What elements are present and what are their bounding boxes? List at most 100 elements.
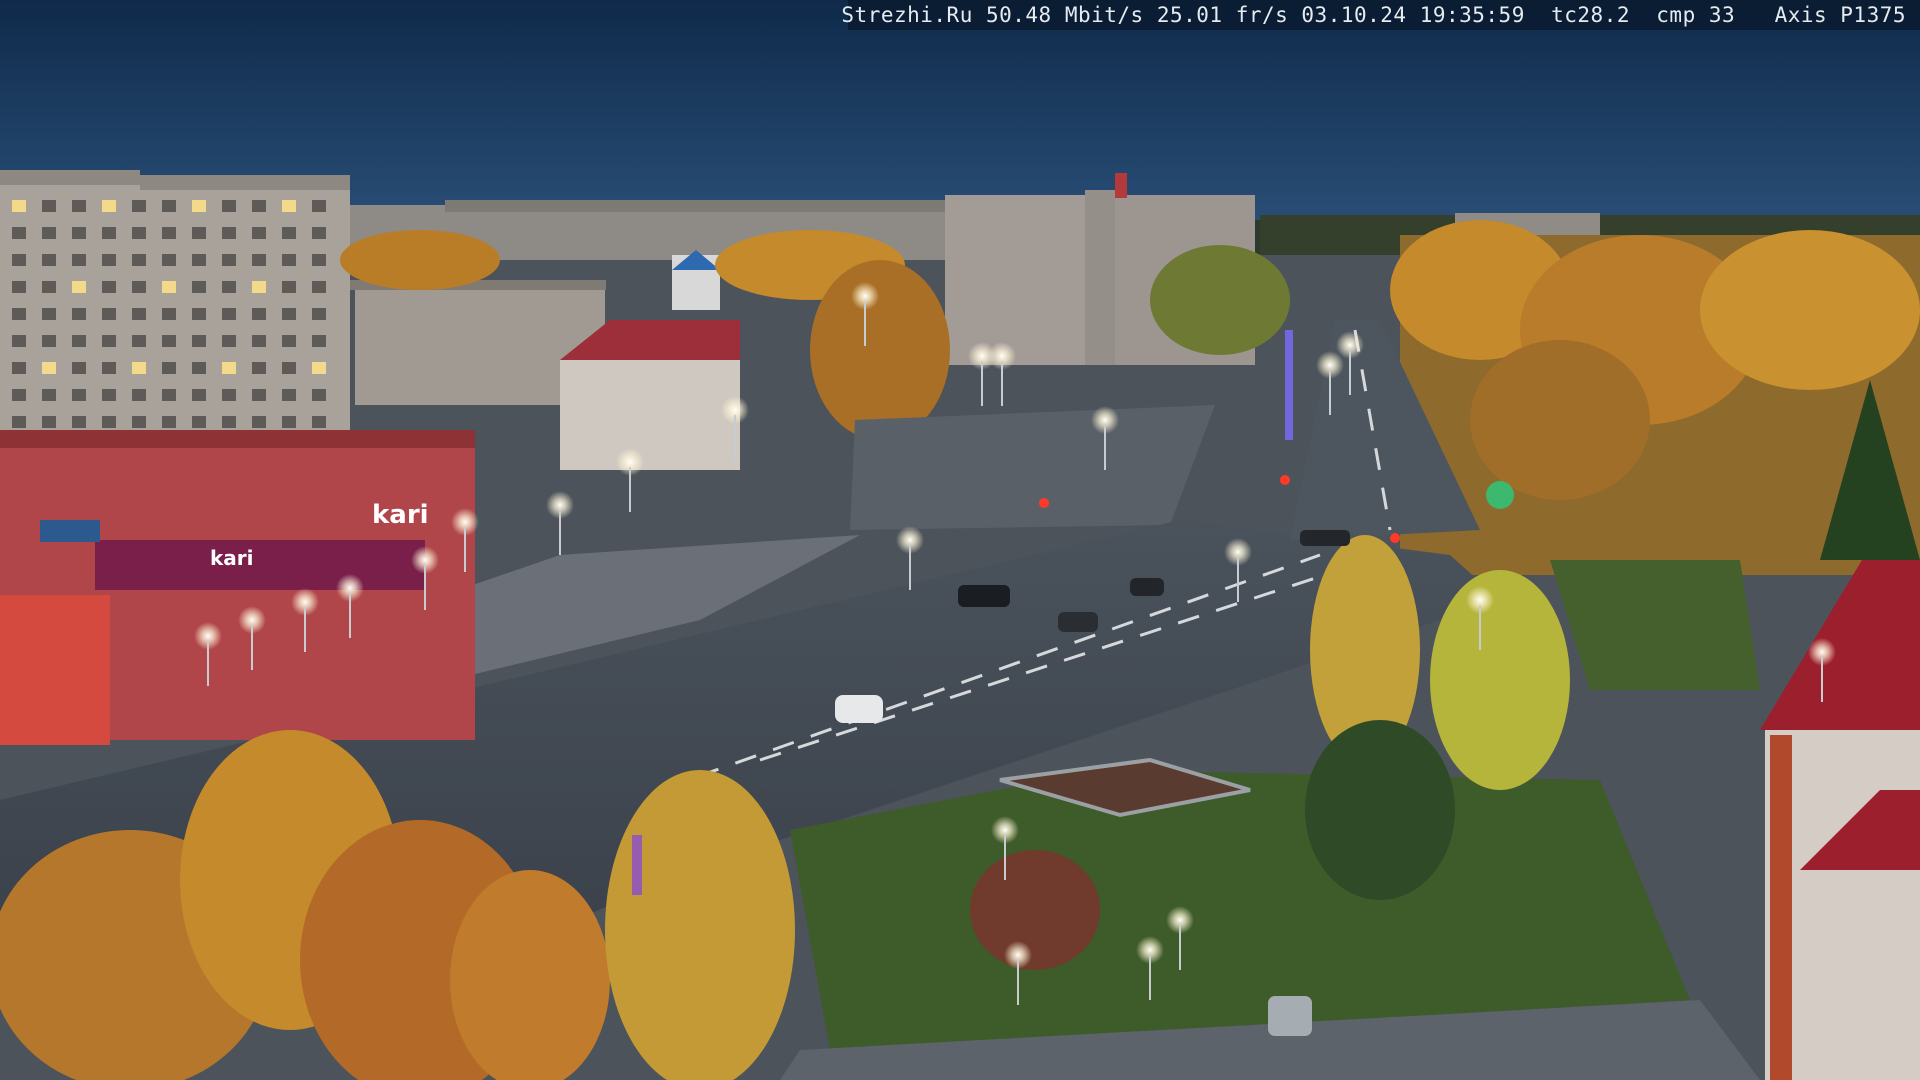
plaza <box>850 405 1215 530</box>
apartment-window <box>192 281 206 293</box>
apartment-window <box>282 308 296 320</box>
apartment-window <box>42 416 56 428</box>
apartment-window <box>132 416 146 428</box>
apartment-window <box>162 308 176 320</box>
apartment-window <box>252 227 266 239</box>
apartment-window <box>132 335 146 347</box>
apartment-window <box>102 254 116 266</box>
apartment-window <box>102 281 116 293</box>
apartment-window <box>192 254 206 266</box>
apartment-window <box>72 362 86 374</box>
apartment-window <box>312 389 326 401</box>
apartment-window <box>222 362 236 374</box>
apartment-window <box>252 416 266 428</box>
apartment-window <box>222 281 236 293</box>
store-logo: kari <box>372 500 429 530</box>
store-building <box>0 430 475 745</box>
apartment-window <box>102 389 116 401</box>
apartment-window <box>312 227 326 239</box>
apartment-window <box>102 200 116 212</box>
apartment-window <box>12 389 26 401</box>
apartment-window <box>252 389 266 401</box>
apartment-window <box>102 227 116 239</box>
apartment-window <box>252 308 266 320</box>
store-banner: kari <box>210 546 254 570</box>
apartment-window <box>312 416 326 428</box>
apartment-window <box>282 335 296 347</box>
apartment-window <box>72 281 86 293</box>
apartment-window <box>222 335 236 347</box>
apartment-window <box>102 416 116 428</box>
apartment-window <box>252 200 266 212</box>
apartment-window <box>132 389 146 401</box>
apartment-window <box>162 389 176 401</box>
apartment-window <box>12 254 26 266</box>
apartment-window <box>312 335 326 347</box>
apartment-window <box>72 389 86 401</box>
apartment-window <box>42 281 56 293</box>
apartment-window <box>132 254 146 266</box>
apartment-window <box>162 254 176 266</box>
camera-info-overlay: Strezhi.Ru 50.48 Mbit/s 25.01 fr/s 03.10… <box>841 0 1920 30</box>
apartment-window <box>42 362 56 374</box>
apartment-window <box>162 416 176 428</box>
apartment-window <box>132 362 146 374</box>
apartment-window <box>192 308 206 320</box>
apartment-window <box>312 362 326 374</box>
apartment-window <box>42 335 56 347</box>
apartment-window <box>192 389 206 401</box>
apartment-window <box>312 281 326 293</box>
apartment-window <box>192 227 206 239</box>
apartment-window <box>312 200 326 212</box>
apartment-window <box>252 335 266 347</box>
apartment-window <box>282 227 296 239</box>
apartment-window <box>72 254 86 266</box>
apartment-window <box>222 308 236 320</box>
apartment-window <box>12 362 26 374</box>
apartment-window <box>132 281 146 293</box>
apartment-window <box>282 416 296 428</box>
apartment-window <box>132 200 146 212</box>
apartment-window <box>192 362 206 374</box>
apartment-window <box>192 416 206 428</box>
apartment-window <box>222 254 236 266</box>
apartment-window <box>282 362 296 374</box>
apartment-window <box>42 227 56 239</box>
apartment-window <box>12 200 26 212</box>
apartment-window <box>72 416 86 428</box>
apartment-window <box>132 308 146 320</box>
apartment-window <box>72 308 86 320</box>
apartment-window <box>12 416 26 428</box>
apartment-window <box>132 227 146 239</box>
webcam-scene: kari kari <box>0 0 1920 1080</box>
apartment-window <box>72 200 86 212</box>
apartment-window <box>282 200 296 212</box>
apartment-window <box>222 416 236 428</box>
apartment-window <box>102 308 116 320</box>
apartment-window <box>192 200 206 212</box>
apartment-window <box>102 335 116 347</box>
apartment-window <box>12 227 26 239</box>
apartment-window <box>162 200 176 212</box>
apartment-window <box>72 227 86 239</box>
apartment-window <box>222 389 236 401</box>
apartment-window <box>102 362 116 374</box>
apartment-window <box>12 308 26 320</box>
apartment-window <box>42 389 56 401</box>
apartment-window <box>42 254 56 266</box>
apartment-window <box>162 335 176 347</box>
apartment-window <box>282 281 296 293</box>
apartment-window <box>192 335 206 347</box>
apartment-window <box>42 200 56 212</box>
apartment-window <box>312 308 326 320</box>
apartment-window <box>222 227 236 239</box>
apartment-window <box>252 281 266 293</box>
apartment-window <box>162 227 176 239</box>
apartment-window <box>162 362 176 374</box>
apartment-window <box>12 335 26 347</box>
apartment-window <box>162 281 176 293</box>
apartment-window <box>72 335 86 347</box>
apartment-window <box>222 200 236 212</box>
apartment-window <box>252 254 266 266</box>
apartment-window <box>282 389 296 401</box>
